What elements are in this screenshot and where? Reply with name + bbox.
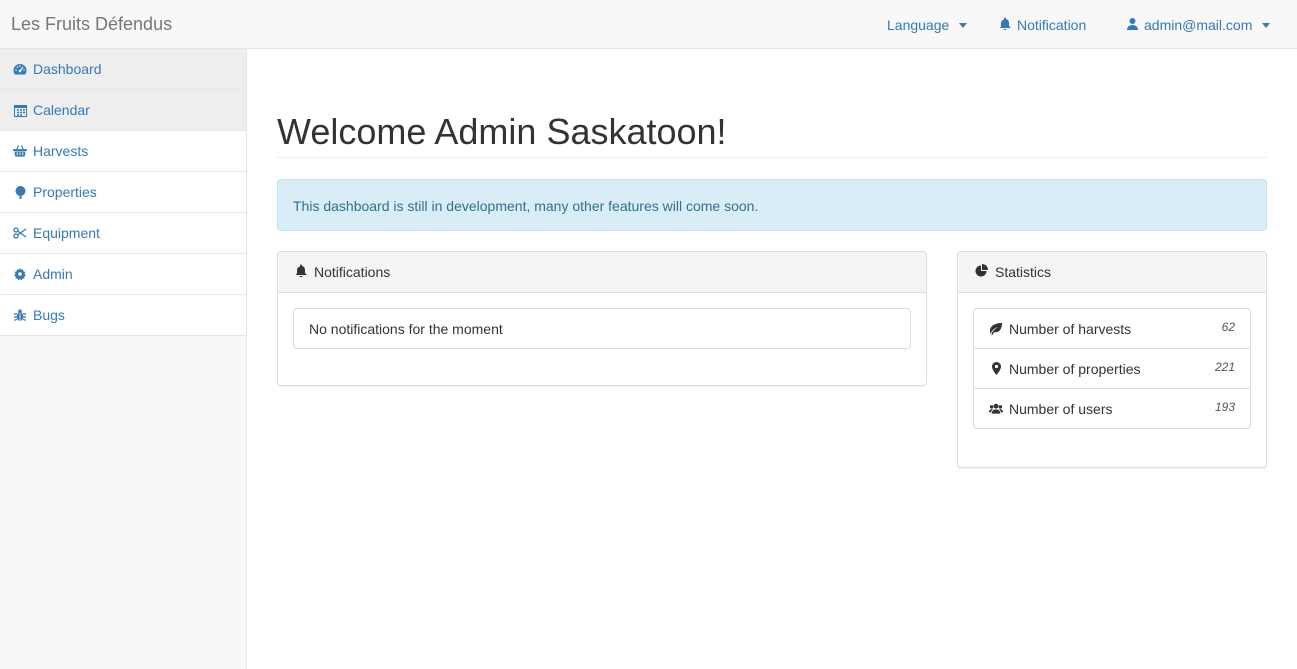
sidebar-item-equipment[interactable]: Equipment xyxy=(0,213,246,254)
empty-notifications-text: No notifications for the moment xyxy=(309,320,503,337)
sidebar-item-label: Properties xyxy=(33,184,97,200)
notifications-panel: Notifications No notifications for the m… xyxy=(277,251,927,386)
bell-icon xyxy=(295,264,307,280)
stat-value: 193 xyxy=(1214,400,1235,414)
basket-icon xyxy=(13,144,27,158)
bug-icon xyxy=(13,308,27,322)
chevron-down-icon xyxy=(959,22,968,28)
stat-value: 62 xyxy=(1221,320,1235,334)
bell-icon xyxy=(999,17,1011,33)
user-label: admin@mail.com xyxy=(1144,17,1253,33)
notifications-list: No notifications for the moment xyxy=(293,308,911,349)
sidebar-item-bugs[interactable]: Bugs xyxy=(0,295,246,336)
stat-label: Number of harvests xyxy=(1009,320,1132,337)
language-dropdown[interactable]: Language xyxy=(887,17,968,33)
sidebar-item-dashboard[interactable]: Dashboard xyxy=(0,49,246,90)
user-icon xyxy=(1127,17,1138,33)
info-alert: This dashboard is still in development, … xyxy=(277,179,1267,231)
sidebar-item-label: Bugs xyxy=(33,307,65,323)
users-icon xyxy=(989,403,1003,414)
stat-row-harvests: Number of harvests 62 xyxy=(973,308,1251,349)
scissors-icon xyxy=(13,226,27,240)
sidebar-item-label: Dashboard xyxy=(33,61,102,77)
statistics-panel-heading: Statistics xyxy=(958,252,1266,293)
sidebar-item-label: Calendar xyxy=(33,102,90,118)
chevron-down-icon xyxy=(1262,22,1271,28)
tree-icon xyxy=(13,185,27,199)
gear-icon xyxy=(13,267,27,281)
sidebar-item-properties[interactable]: Properties xyxy=(0,172,246,213)
leaf-icon xyxy=(989,322,1003,335)
notification-link[interactable]: Notification xyxy=(999,17,1086,33)
statistics-panel: Statistics Number of harvests 62 Number … xyxy=(957,251,1267,468)
calendar-icon xyxy=(13,103,27,117)
stat-label: Number of properties xyxy=(1009,360,1141,377)
brand-link[interactable]: Les Fruits Défendus xyxy=(11,14,172,35)
sidebar-item-label: Harvests xyxy=(33,143,89,159)
sidebar-item-admin[interactable]: Admin xyxy=(0,254,246,295)
sidebar-item-calendar[interactable]: Calendar xyxy=(0,90,246,131)
sidebar: Dashboard Calendar Harvests Properties E… xyxy=(0,49,247,669)
sidebar-item-label: Admin xyxy=(33,266,73,282)
statistics-heading: Statistics xyxy=(995,264,1052,280)
statistics-list: Number of harvests 62 Number of properti… xyxy=(973,308,1251,429)
top-navbar: Les Fruits Défendus Language Notificatio… xyxy=(0,0,1297,49)
stat-value: 221 xyxy=(1214,360,1235,374)
stat-label: Number of users xyxy=(1009,400,1113,417)
dashboard-icon xyxy=(13,62,27,76)
page-title: Welcome Admin Saskatoon! xyxy=(277,111,727,152)
user-dropdown[interactable]: admin@mail.com xyxy=(1127,17,1271,33)
pie-chart-icon xyxy=(975,264,988,280)
sidebar-item-label: Equipment xyxy=(33,225,100,241)
notification-label: Notification xyxy=(1017,17,1087,33)
title-divider xyxy=(277,157,1267,158)
language-label: Language xyxy=(887,17,950,33)
list-item: No notifications for the moment xyxy=(293,308,911,349)
notifications-heading: Notifications xyxy=(314,264,391,280)
stat-row-properties: Number of properties 221 xyxy=(973,348,1251,389)
map-marker-icon xyxy=(989,362,1003,375)
notifications-panel-heading: Notifications xyxy=(278,252,926,293)
stat-row-users: Number of users 193 xyxy=(973,388,1251,429)
sidebar-item-harvests[interactable]: Harvests xyxy=(0,131,246,172)
